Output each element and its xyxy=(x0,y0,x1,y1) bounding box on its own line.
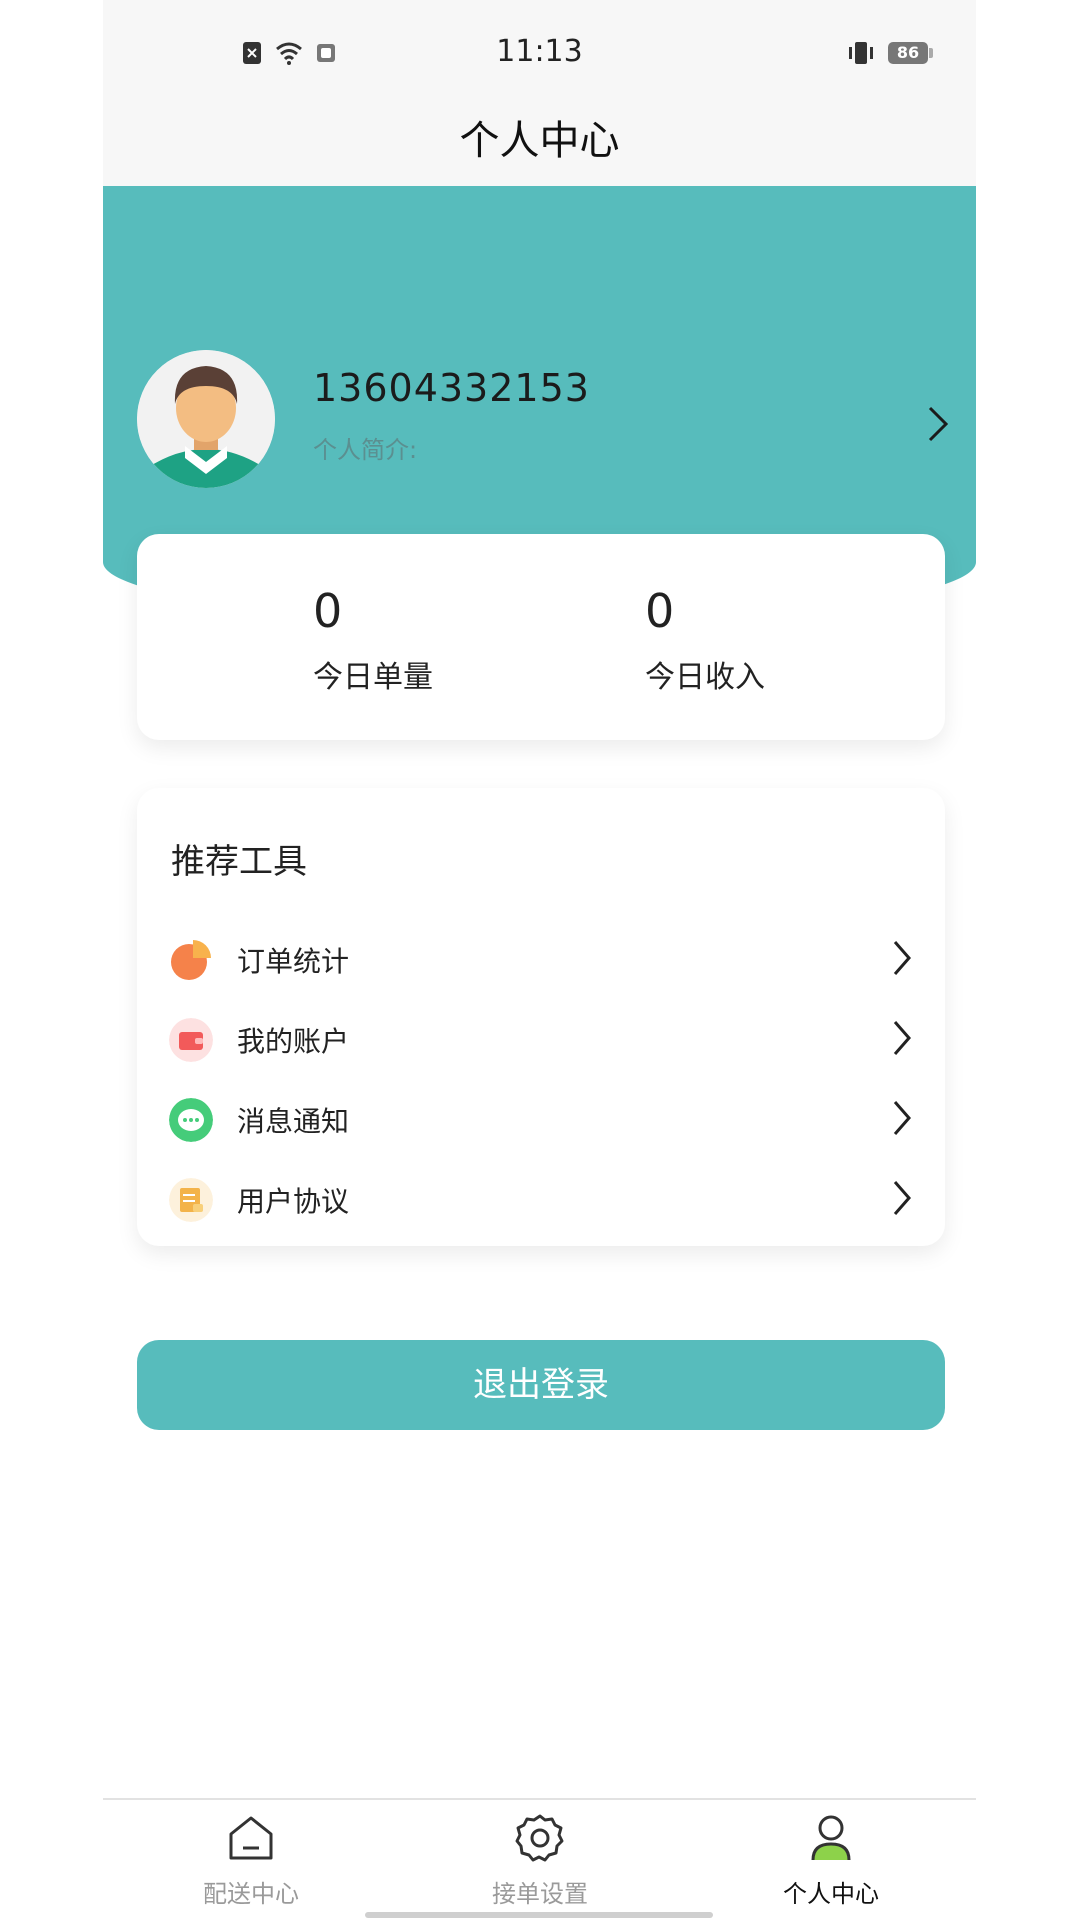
logout-button[interactable]: 退出登录 xyxy=(137,1340,945,1430)
profile-bio-label: 个人简介: xyxy=(313,436,418,464)
chevron-right-icon xyxy=(893,1101,911,1135)
document-icon xyxy=(169,1178,213,1222)
home-icon xyxy=(229,1816,273,1860)
gear-icon xyxy=(515,1814,564,1862)
profile-phone: 13604332153 xyxy=(313,366,590,410)
vibrate-icon xyxy=(849,42,873,64)
today-income-label: 今日收入 xyxy=(645,660,765,695)
nav-order-settings[interactable]: 接单设置 xyxy=(440,1812,640,1909)
tool-notifications[interactable]: 消息通知 xyxy=(137,1078,945,1158)
title-bar: 个人中心 xyxy=(103,100,976,186)
nav-delivery-center[interactable]: 配送中心 xyxy=(151,1812,351,1909)
frame-right xyxy=(977,0,1080,1920)
nav-personal-center[interactable]: 个人中心 xyxy=(731,1812,931,1909)
chevron-right-icon xyxy=(893,941,911,975)
battery-icon: 86 xyxy=(888,42,933,64)
tool-label: 消息通知 xyxy=(237,1105,350,1138)
stat-today-orders: 0 今日单量 xyxy=(313,588,433,696)
tool-user-agreement[interactable]: 用户协议 xyxy=(137,1158,945,1238)
frame-left xyxy=(0,0,103,1920)
today-orders-label: 今日单量 xyxy=(313,660,433,695)
avatar-illustration xyxy=(137,350,275,488)
tool-label: 订单统计 xyxy=(237,945,350,978)
nav-label: 个人中心 xyxy=(783,1880,879,1908)
stat-today-income: 0 今日收入 xyxy=(645,588,765,696)
tool-label: 用户协议 xyxy=(237,1185,350,1218)
pie-chart-icon xyxy=(171,940,211,980)
status-right-icons: 86 xyxy=(846,40,933,66)
nav-label: 配送中心 xyxy=(203,1880,299,1908)
today-orders-value: 0 xyxy=(313,584,343,638)
bottom-nav: 配送中心 接单设置 个人中心 xyxy=(103,1798,976,1922)
nav-label: 接单设置 xyxy=(492,1880,588,1908)
tool-order-stats[interactable]: 订单统计 xyxy=(137,918,945,998)
tools-card: 推荐工具 订单统计 我的账户 消息通知 用户协议 xyxy=(137,788,945,1246)
tool-label: 我的账户 xyxy=(237,1025,350,1058)
chevron-right-icon xyxy=(893,1021,911,1055)
status-bar: 11:13 86 xyxy=(103,0,976,100)
chat-bubble-icon xyxy=(169,1098,213,1142)
chevron-right-icon xyxy=(893,1181,911,1215)
person-icon xyxy=(811,1815,851,1861)
tools-title: 推荐工具 xyxy=(171,842,307,882)
home-indicator[interactable] xyxy=(365,1912,713,1918)
chevron-right-icon[interactable] xyxy=(926,404,950,444)
avatar[interactable] xyxy=(137,350,275,488)
page-title: 个人中心 xyxy=(459,118,620,164)
phone-screen: 11:13 86 个人中心 13604332153 个人简介: 0 今日单量 0… xyxy=(103,0,976,1922)
tool-my-account[interactable]: 我的账户 xyxy=(137,998,945,1078)
wallet-icon xyxy=(169,1018,213,1062)
today-income-value: 0 xyxy=(645,584,675,638)
stats-card: 0 今日单量 0 今日收入 xyxy=(137,534,945,740)
